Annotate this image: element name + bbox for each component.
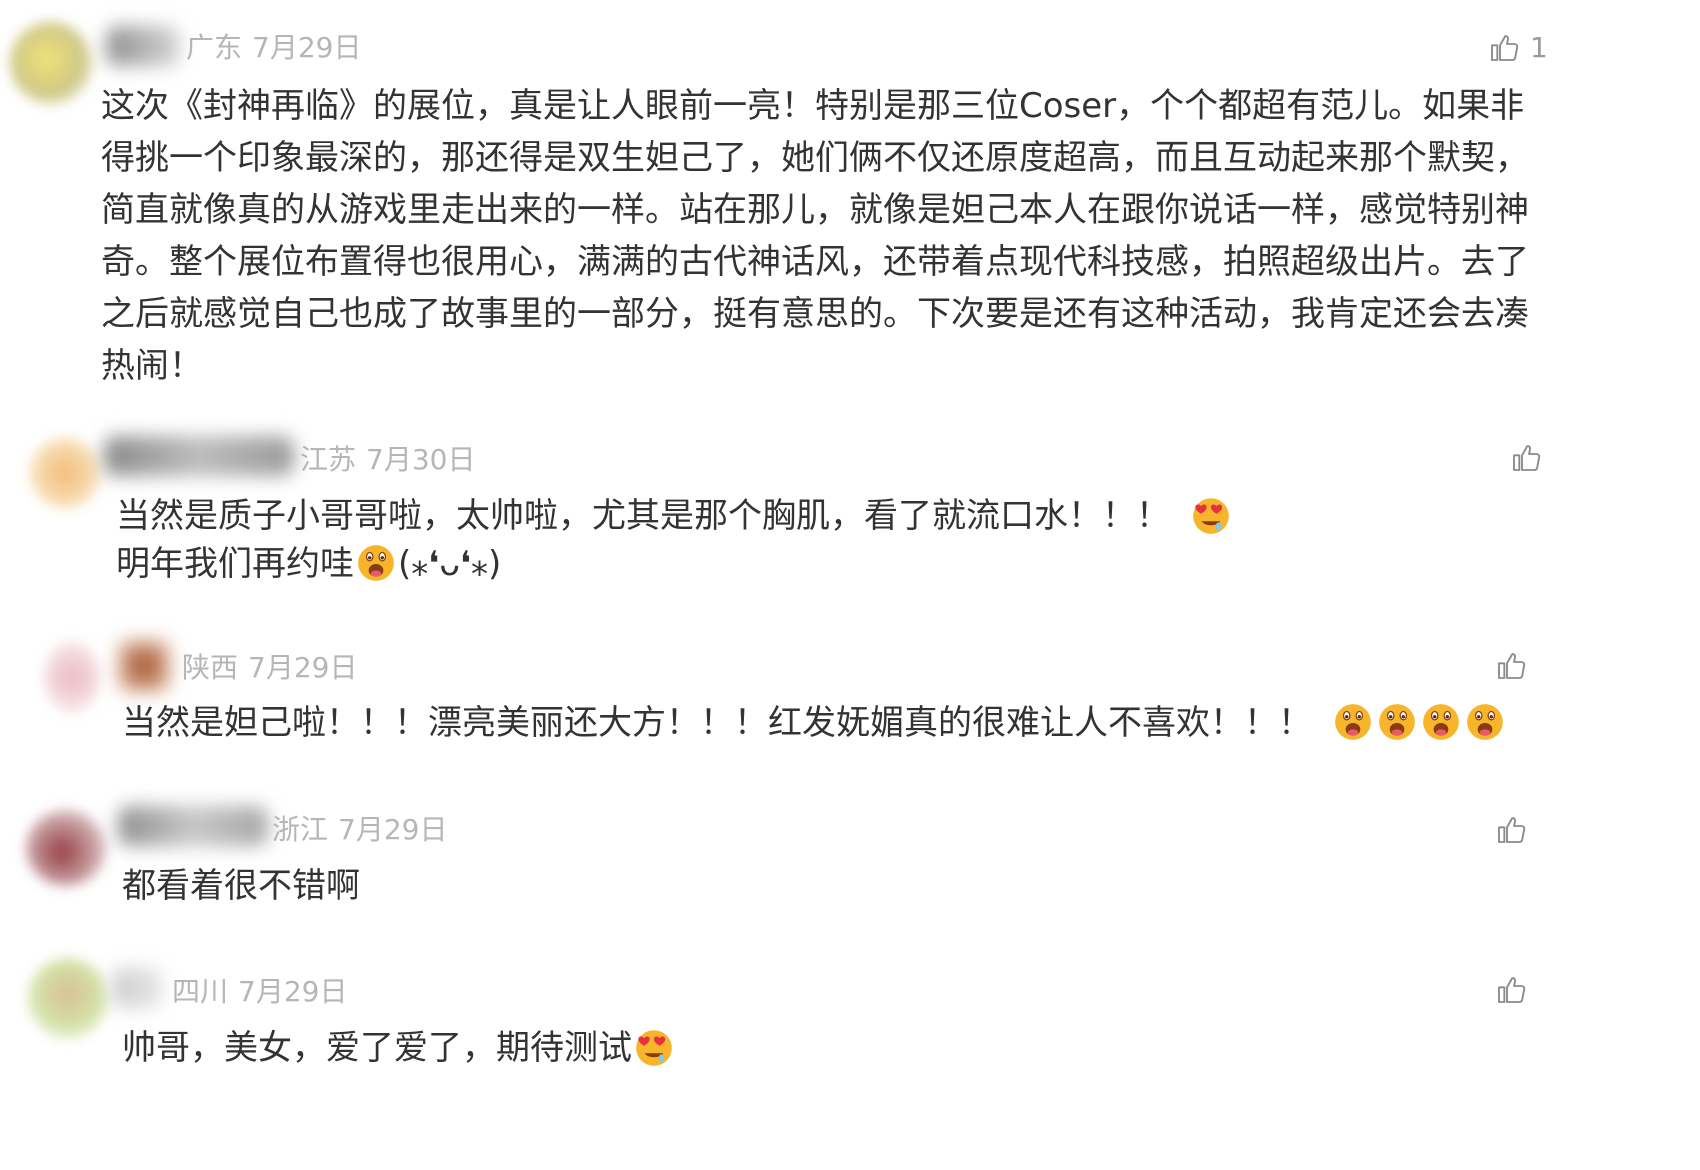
comment-text: 这次《封神再临》的展位，真是让人眼前一亮！特别是那三位Coser，个个都超有范儿… — [101, 86, 1529, 386]
comment-text: 明年我们再约哇 (⁎❛ᴗ❛⁎) — [116, 538, 501, 590]
comment-text: 帅哥，美女，爱了爱了，期待测试 — [122, 1022, 676, 1074]
comment-location: 四川 — [172, 975, 229, 1008]
comment-text-line: 帅哥，美女，爱了爱了，期待测试 — [122, 1028, 632, 1068]
like-button[interactable] — [1495, 810, 1535, 850]
drooling-emoji — [1376, 701, 1418, 743]
thumbs-up-icon — [1495, 814, 1527, 846]
comment-location: 陕西 — [182, 651, 239, 684]
heart-eyes-emoji — [1190, 494, 1232, 536]
comment-meta: 广东 7月29日 — [186, 30, 361, 66]
comment-list: 广东 7月29日 1 这次《封神再临》的展位，真是让人眼前一亮！特别是那三位Cos… — [0, 0, 1700, 1170]
kaomoji: (⁎❛ᴗ❛⁎) — [398, 544, 502, 584]
like-button[interactable] — [1488, 28, 1528, 68]
comment-text: 当然是质子小哥哥啦，太帅啦，尤其是那个胸肌，看了就流口水！！！ — [116, 490, 1233, 542]
drooling-emoji — [1464, 701, 1506, 743]
comment-date: 7月29日 — [238, 975, 348, 1008]
comment-text-line: 明年我们再约哇 — [116, 544, 354, 584]
comment-location: 浙江 — [272, 813, 329, 846]
comment-text-line: 当然是质子小哥哥啦，太帅啦，尤其是那个胸肌，看了就流口水！！！ — [116, 496, 1170, 536]
comment-text: 都看着很不错啊 — [122, 866, 360, 906]
username-blurred[interactable] — [104, 436, 294, 476]
avatar[interactable] — [44, 642, 100, 712]
comment-text-line: 当然是妲己啦！！！漂亮美丽还大方！！！红发妩媚真的很难让人不喜欢！！！ — [122, 703, 1312, 743]
comment-location: 江苏 — [300, 443, 357, 476]
like-button[interactable] — [1510, 438, 1550, 478]
comment-date: 7月29日 — [252, 31, 362, 64]
comment-location: 广东 — [186, 31, 243, 64]
thumbs-up-icon — [1495, 974, 1527, 1006]
thumbs-up-icon — [1495, 650, 1527, 682]
comment-date: 7月29日 — [338, 813, 448, 846]
avatar[interactable] — [10, 22, 92, 104]
avatar[interactable] — [30, 438, 100, 508]
comment-date: 7月30日 — [366, 443, 476, 476]
username-blurred[interactable] — [118, 806, 268, 846]
comment-text: 当然是妲己啦！！！漂亮美丽还大方！！！红发妩媚真的很难让人不喜欢！！！ — [122, 697, 1507, 749]
thumbs-up-icon — [1488, 32, 1520, 64]
comment-meta: 江苏 7月30日 — [300, 442, 475, 478]
username-blurred[interactable] — [118, 640, 170, 692]
comment-date: 7月29日 — [248, 651, 358, 684]
like-button[interactable] — [1495, 646, 1535, 686]
heart-eyes-emoji — [633, 1026, 675, 1068]
comment-meta: 陕西 7月29日 — [182, 650, 357, 686]
drooling-emoji — [355, 542, 397, 584]
drooling-emoji — [1420, 701, 1462, 743]
avatar[interactable] — [26, 810, 106, 886]
like-count: 1 — [1530, 31, 1548, 64]
comment-meta: 浙江 7月29日 — [272, 812, 447, 848]
username-blurred[interactable] — [106, 26, 180, 66]
drooling-emoji — [1332, 701, 1374, 743]
username-blurred[interactable] — [112, 968, 162, 1008]
like-button[interactable] — [1495, 970, 1535, 1010]
thumbs-up-icon — [1510, 442, 1542, 474]
comment-meta: 四川 7月29日 — [172, 974, 347, 1010]
avatar[interactable] — [28, 958, 108, 1038]
